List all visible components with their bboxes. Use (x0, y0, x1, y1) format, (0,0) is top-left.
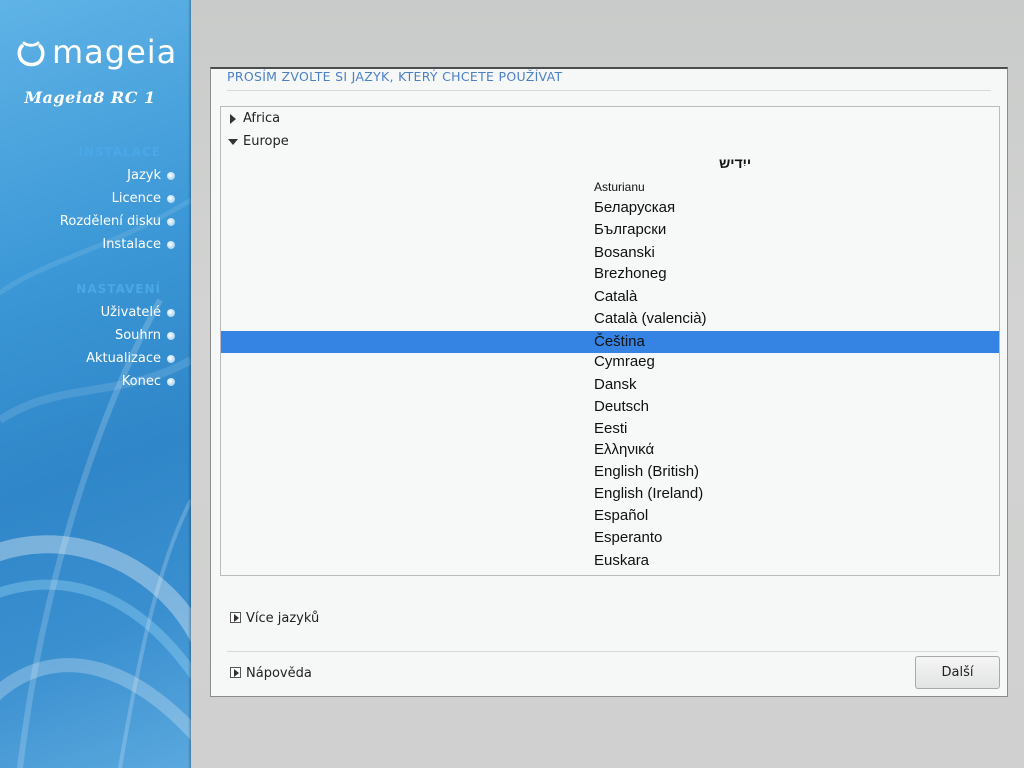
mageia-cauldron-icon (17, 41, 45, 67)
language-item[interactable]: Български (221, 219, 999, 241)
language-label: Български (594, 221, 667, 238)
section-title-settings: NASTAVENÍ (76, 282, 161, 296)
language-label: Euskara (594, 552, 650, 569)
language-item[interactable]: Ελληνικά (221, 439, 999, 461)
expander-expanded-icon[interactable] (227, 131, 239, 153)
language-label: Dansk (594, 376, 637, 393)
language-tree[interactable]: Africa Europe ייִדיש Asturianu Беларуска… (220, 106, 1000, 576)
language-label: Deutsch (594, 398, 650, 415)
bullet-icon (167, 309, 175, 317)
language-label: Brezhoneg (594, 265, 667, 282)
language-label: Беларуская (594, 199, 676, 216)
help-label: Nápověda (246, 666, 312, 681)
language-label: Asturianu (594, 180, 645, 194)
language-panel: PROSÍM ZVOLTE SI JAZYK, KTERÝ CHCETE POU… (210, 67, 1008, 697)
bullet-icon (167, 332, 175, 340)
language-item[interactable]: Cymraeg (221, 351, 999, 373)
bullet-icon (167, 218, 175, 226)
sidebar-item-label: Jazyk (127, 168, 161, 183)
sidebar-item-instalace[interactable]: Instalace (102, 235, 175, 255)
sidebar-item-uzivatele[interactable]: Uživatelé (100, 303, 175, 323)
title-divider (227, 90, 991, 91)
sidebar-item-rozdeleni-disku[interactable]: Rozdělení disku (59, 212, 175, 232)
more-languages-expander[interactable]: Více jazyků (230, 610, 319, 628)
sidebar-item-label: Licence (111, 191, 161, 206)
sidebar-item-licence[interactable]: Licence (111, 189, 175, 209)
bullet-icon (167, 378, 175, 386)
language-label: Ελληνικά (594, 441, 655, 458)
bullet-icon (167, 355, 175, 363)
sidebar-background-art (0, 197, 191, 768)
language-item[interactable]: Esperanto (221, 527, 999, 549)
help-expander[interactable]: Nápověda (230, 665, 312, 683)
language-label: Eesti (594, 420, 628, 437)
sidebar-item-souhrn[interactable]: Souhrn (114, 326, 175, 346)
language-item[interactable]: Deutsch (221, 396, 999, 418)
language-label: Čeština (594, 333, 645, 350)
language-item[interactable]: Беларуская (221, 197, 999, 219)
language-label: ייִדיש (719, 155, 752, 171)
language-item[interactable]: Español (221, 505, 999, 527)
language-item[interactable]: Català (221, 286, 999, 308)
expander-arrow-icon (230, 667, 241, 678)
logo-text: mageia (52, 33, 178, 71)
tree-group-label: Africa (243, 111, 281, 126)
language-item[interactable]: ייִדיש (221, 152, 999, 174)
tree-group-europe[interactable]: Europe (221, 131, 999, 153)
language-item-selected[interactable]: Čeština (221, 331, 999, 353)
language-item[interactable]: Dansk (221, 374, 999, 396)
language-label: Español (594, 507, 649, 524)
mageia-logo: mageia (16, 32, 177, 72)
language-label: English (Ireland) (594, 485, 704, 502)
sidebar-item-label: Souhrn (114, 328, 161, 343)
sidebar-item-jazyk[interactable]: Jazyk (127, 166, 175, 186)
sidebar-item-label: Instalace (102, 237, 161, 252)
bullet-icon (167, 172, 175, 180)
version-label: Mageia8 RC 1 (24, 88, 156, 107)
sidebar-edge (188, 0, 191, 768)
more-languages-label: Více jazyků (246, 611, 320, 626)
tree-group-label: Europe (243, 134, 289, 149)
language-item[interactable]: English (British) (221, 461, 999, 483)
language-item[interactable]: Bosanski (221, 242, 999, 264)
section-title-install: INSTALACE (78, 145, 161, 159)
page-title: PROSÍM ZVOLTE SI JAZYK, KTERÝ CHCETE POU… (227, 69, 563, 84)
language-label: Esperanto (594, 529, 663, 546)
expander-arrow-icon (230, 612, 241, 623)
sidebar: mageia Mageia8 RC 1 INSTALACE Jazyk Lice… (0, 0, 191, 768)
language-item[interactable]: Asturianu (221, 176, 999, 198)
language-label: English (British) (594, 463, 700, 480)
bullet-icon (167, 241, 175, 249)
language-item[interactable]: Brezhoneg (221, 263, 999, 285)
language-label: Bosanski (594, 244, 655, 261)
sidebar-item-label: Uživatelé (100, 305, 161, 320)
sidebar-item-aktualizace[interactable]: Aktualizace (86, 349, 175, 369)
expander-collapsed-icon[interactable] (227, 108, 239, 130)
bottom-divider (227, 651, 998, 652)
language-label: Català (594, 288, 638, 305)
sidebar-item-label: Rozdělení disku (59, 214, 161, 229)
sidebar-item-label: Aktualizace (86, 351, 161, 366)
language-item[interactable]: Eesti (221, 418, 999, 440)
sidebar-item-konec[interactable]: Konec (121, 372, 175, 392)
language-item[interactable]: English (Ireland) (221, 483, 999, 505)
language-label: Cymraeg (594, 353, 655, 370)
sidebar-item-label: Konec (121, 374, 161, 389)
language-item[interactable]: Euskara (221, 550, 999, 572)
next-button[interactable]: Další (915, 656, 1000, 689)
language-item[interactable]: Català (valencià) (221, 308, 999, 330)
language-label: Català (valencià) (594, 310, 707, 327)
tree-group-africa[interactable]: Africa (221, 108, 999, 130)
bullet-icon (167, 195, 175, 203)
